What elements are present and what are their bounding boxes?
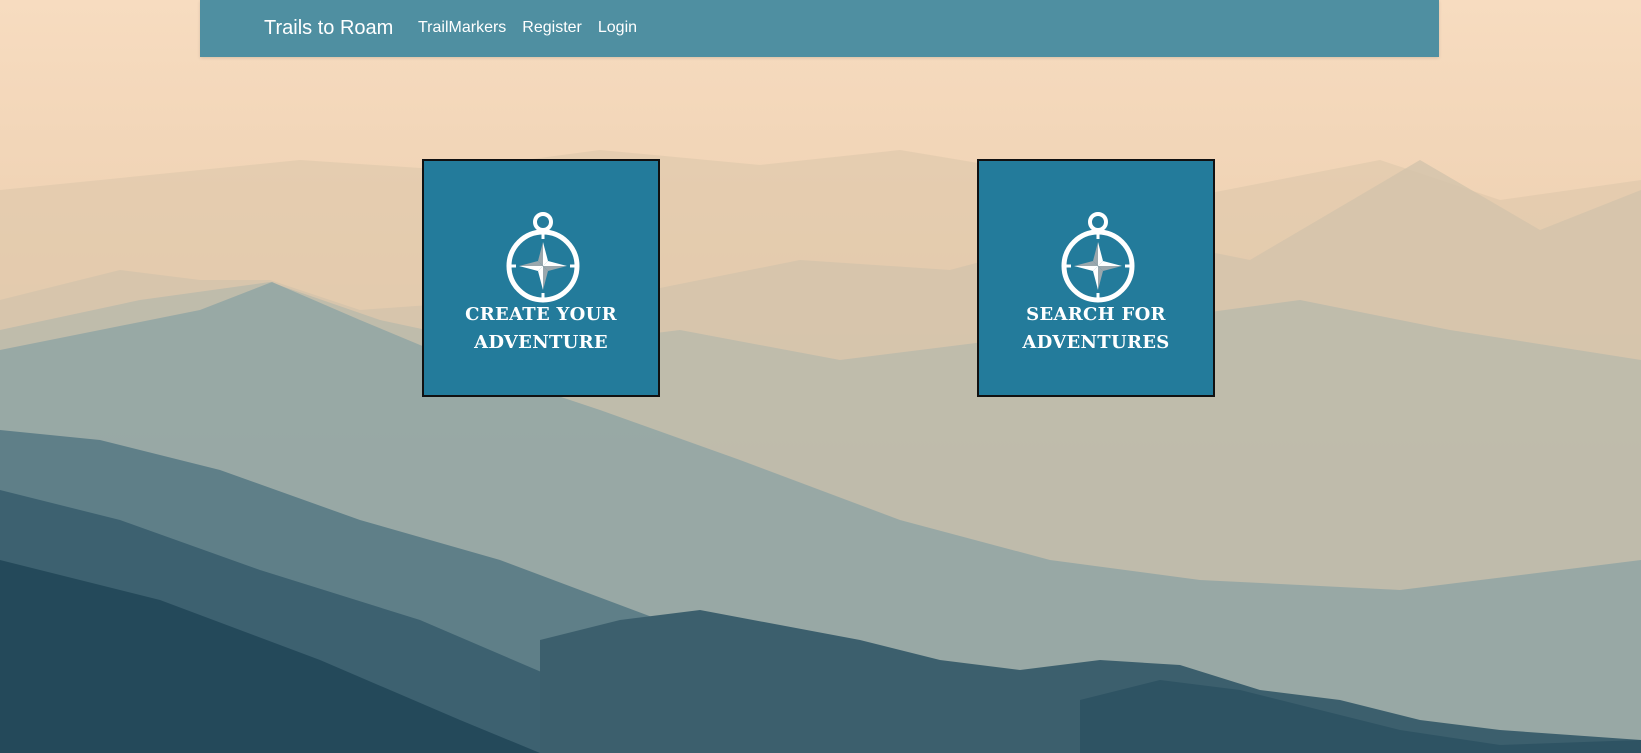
nav-link-register[interactable]: Register xyxy=(522,19,582,37)
compass-icon xyxy=(506,212,580,303)
mountain-background-image xyxy=(0,0,1641,753)
create-adventure-card[interactable]: CREATE YOUR ADVENTURE xyxy=(422,159,660,397)
nav-links: TrailMarkers Register Login xyxy=(418,19,637,37)
search-adventures-card[interactable]: SEARCH FOR ADVENTURES xyxy=(977,159,1215,397)
create-adventure-label: CREATE YOUR ADVENTURE xyxy=(465,304,617,353)
brand-link[interactable]: Trails to Roam xyxy=(264,17,393,40)
nav-link-login[interactable]: Login xyxy=(598,19,637,37)
search-adventures-label: SEARCH FOR ADVENTURES xyxy=(1022,304,1170,353)
page: Trails to Roam TrailMarkers Register Log… xyxy=(0,0,1641,753)
top-navbar: Trails to Roam TrailMarkers Register Log… xyxy=(200,0,1439,57)
nav-link-trailmarkers[interactable]: TrailMarkers xyxy=(418,19,506,37)
compass-icon xyxy=(1061,212,1135,303)
